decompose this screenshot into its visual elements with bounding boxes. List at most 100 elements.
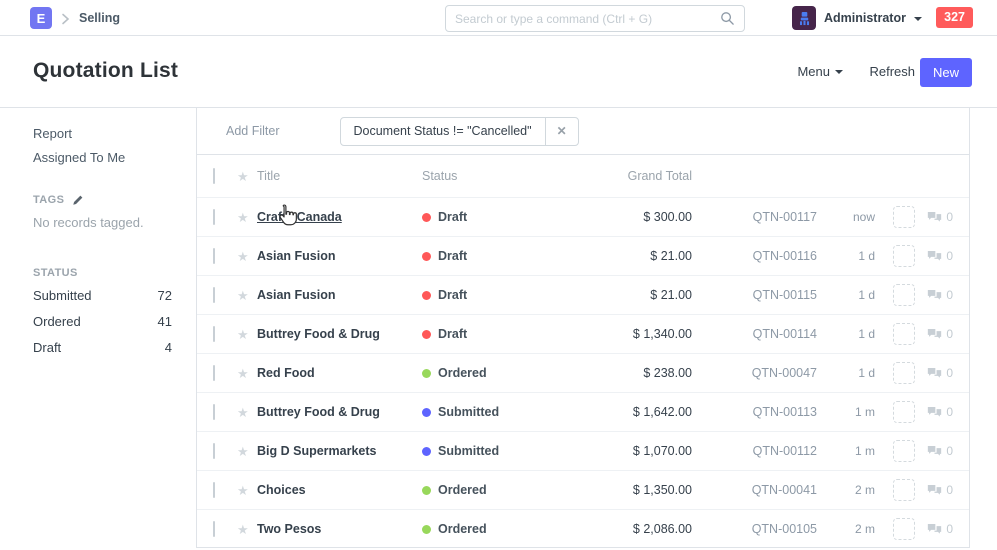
star-icon[interactable]: ★ xyxy=(237,484,257,497)
star-icon[interactable]: ★ xyxy=(237,445,257,458)
comment-icon xyxy=(927,250,942,262)
assign-placeholder[interactable] xyxy=(893,284,915,306)
sidebar-links: Report Assigned To Me xyxy=(33,126,172,166)
global-search[interactable] xyxy=(445,5,745,32)
quotation-row[interactable]: ★ Buttrey Food & Drug Submitted $ 1,642.… xyxy=(197,392,969,431)
quotation-row[interactable]: ★ Choices Ordered $ 1,350.00 QTN-00041 2… xyxy=(197,470,969,509)
star-icon[interactable]: ★ xyxy=(237,289,257,302)
filter-label[interactable]: Document Status != "Cancelled" xyxy=(341,118,545,145)
row-checkbox[interactable] xyxy=(213,209,215,225)
quotation-title[interactable]: Big D Supermarkets xyxy=(257,444,422,458)
comment-icon xyxy=(927,484,942,496)
quotation-row[interactable]: ★ Red Food Ordered $ 238.00 QTN-00047 1 … xyxy=(197,353,969,392)
quotation-id: QTN-00112 xyxy=(692,444,817,458)
quotation-row[interactable]: ★ Crafts Canada Draft $ 300.00 QTN-00117… xyxy=(197,197,969,236)
status-dot-icon xyxy=(422,252,431,261)
quotation-row[interactable]: ★ Big D Supermarkets Submitted $ 1,070.0… xyxy=(197,431,969,470)
quotation-title[interactable]: Choices xyxy=(257,483,422,497)
status-dot-icon xyxy=(422,525,431,534)
row-checkbox[interactable] xyxy=(213,248,215,264)
status-text: Draft xyxy=(438,249,467,263)
navbar: E Selling Administrator 327 xyxy=(0,0,997,36)
quotation-row[interactable]: ★ Two Pesos Ordered $ 2,086.00 QTN-00105… xyxy=(197,509,969,548)
tags-empty-text: No records tagged. xyxy=(33,215,172,230)
app-logo[interactable]: E xyxy=(30,7,52,29)
add-filter-button[interactable]: Add Filter xyxy=(226,124,280,138)
grand-total: $ 1,340.00 xyxy=(552,327,692,341)
status-text: Submitted xyxy=(438,405,499,419)
row-checkbox[interactable] xyxy=(213,287,215,303)
user-avatar xyxy=(792,6,816,30)
quotation-title[interactable]: Buttrey Food & Drug xyxy=(257,405,422,419)
status-text: Draft xyxy=(438,327,467,341)
star-icon[interactable]: ★ xyxy=(237,170,257,183)
assign-placeholder[interactable] xyxy=(893,323,915,345)
refresh-button[interactable]: Refresh xyxy=(869,64,915,79)
user-menu[interactable]: Administrator xyxy=(792,6,922,30)
status-filter-item[interactable]: Draft 4 xyxy=(33,340,172,355)
star-icon[interactable]: ★ xyxy=(237,211,257,224)
row-checkbox[interactable] xyxy=(213,443,215,459)
quotation-row[interactable]: ★ Buttrey Food & Drug Draft $ 1,340.00 Q… xyxy=(197,314,969,353)
row-checkbox[interactable] xyxy=(213,326,215,342)
status-indicator: Draft xyxy=(422,210,552,224)
chevron-down-icon xyxy=(914,17,922,21)
row-checkbox[interactable] xyxy=(213,404,215,420)
comment-icon xyxy=(927,367,942,379)
new-button[interactable]: New xyxy=(920,58,972,87)
quotation-title[interactable]: Red Food xyxy=(257,366,422,380)
search-icon[interactable] xyxy=(720,11,735,26)
comment-icon xyxy=(927,523,942,535)
star-icon[interactable]: ★ xyxy=(237,367,257,380)
quotation-id: QTN-00114 xyxy=(692,327,817,341)
star-icon[interactable]: ★ xyxy=(237,406,257,419)
status-dot-icon xyxy=(422,213,431,222)
comment-icon xyxy=(927,328,942,340)
row-checkbox[interactable] xyxy=(213,482,215,498)
menu-button[interactable]: Menu xyxy=(797,64,843,79)
grand-total: $ 1,350.00 xyxy=(552,483,692,497)
assign-placeholder[interactable] xyxy=(893,401,915,423)
assign-placeholder[interactable] xyxy=(893,440,915,462)
sidebar-link[interactable]: Report xyxy=(33,126,172,142)
status-text: Ordered xyxy=(438,522,487,536)
status-filter-label: Submitted xyxy=(33,288,92,303)
modified-time: now xyxy=(817,210,875,224)
assign-placeholder[interactable] xyxy=(893,479,915,501)
status-filter-item[interactable]: Ordered 41 xyxy=(33,314,172,329)
notification-badge[interactable]: 327 xyxy=(936,7,973,28)
star-icon[interactable]: ★ xyxy=(237,523,257,536)
select-all-checkbox[interactable] xyxy=(213,168,215,184)
breadcrumb-selling[interactable]: Selling xyxy=(79,11,120,25)
edit-pencil-icon[interactable] xyxy=(72,194,84,206)
status-text: Draft xyxy=(438,288,467,302)
grand-total: $ 1,070.00 xyxy=(552,444,692,458)
quotation-title[interactable]: Asian Fusion xyxy=(257,288,422,302)
quotation-title[interactable]: Asian Fusion xyxy=(257,249,422,263)
comment-count: 0 xyxy=(915,366,953,380)
status-filter-item[interactable]: Submitted 72 xyxy=(33,288,172,303)
row-checkbox[interactable] xyxy=(213,521,215,537)
list-rows: ★ Crafts Canada Draft $ 300.00 QTN-00117… xyxy=(197,197,969,548)
sidebar-link[interactable]: Assigned To Me xyxy=(33,150,172,166)
status-filter-count: 4 xyxy=(165,340,172,355)
quotation-title[interactable]: Two Pesos xyxy=(257,522,422,536)
assign-placeholder[interactable] xyxy=(893,245,915,267)
assign-placeholder[interactable] xyxy=(893,518,915,540)
quotation-row[interactable]: ★ Asian Fusion Draft $ 21.00 QTN-00115 1… xyxy=(197,275,969,314)
quotation-title[interactable]: Buttrey Food & Drug xyxy=(257,327,422,341)
star-icon[interactable]: ★ xyxy=(237,250,257,263)
filter-remove-icon[interactable]: ✕ xyxy=(545,118,578,145)
quotation-id: QTN-00041 xyxy=(692,483,817,497)
filter-area: Add Filter Document Status != "Cancelled… xyxy=(197,108,969,155)
star-icon[interactable]: ★ xyxy=(237,328,257,341)
assign-placeholder[interactable] xyxy=(893,362,915,384)
quotation-row[interactable]: ★ Asian Fusion Draft $ 21.00 QTN-00116 1… xyxy=(197,236,969,275)
status-indicator: Submitted xyxy=(422,444,552,458)
status-indicator: Ordered xyxy=(422,522,552,536)
quotation-title[interactable]: Crafts Canada xyxy=(257,210,422,224)
assign-placeholder[interactable] xyxy=(893,206,915,228)
active-filter-pill: Document Status != "Cancelled" ✕ xyxy=(340,117,579,146)
search-input[interactable] xyxy=(455,12,720,26)
row-checkbox[interactable] xyxy=(213,365,215,381)
